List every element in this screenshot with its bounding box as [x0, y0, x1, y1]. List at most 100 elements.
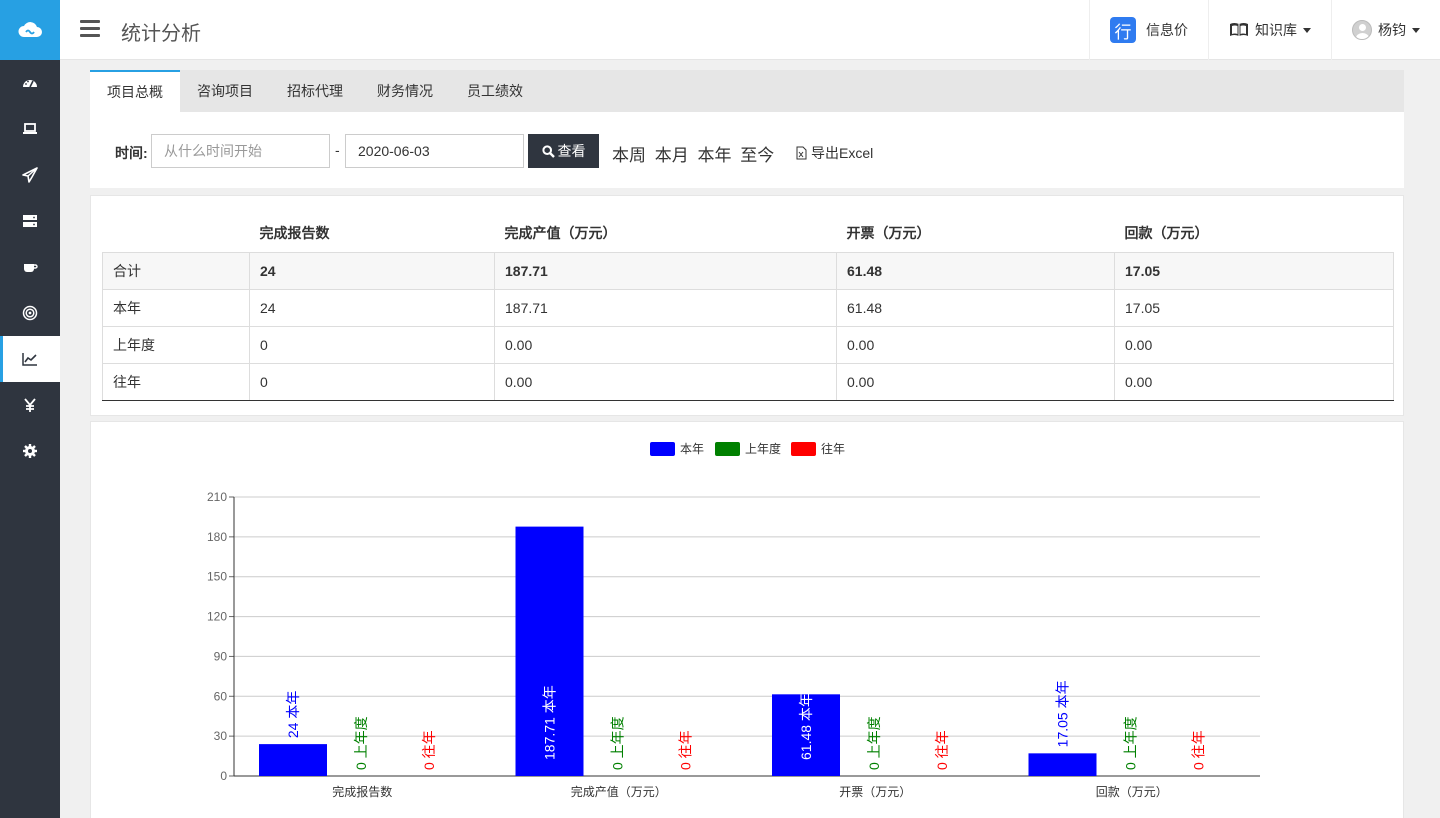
data-label: 0 上年度: [1123, 716, 1139, 770]
bar-chart: 0 30 60 90 120 150 180 210 本年 上年度 往年完成报告数 24 本年 0 上年…: [207, 441, 1260, 799]
yen-icon: [24, 398, 36, 412]
table-cell: 0.00: [1114, 362, 1394, 401]
column-header: 完成产值（万元）: [504, 224, 617, 241]
price-info-link[interactable]: 行 信息价: [1089, 0, 1208, 60]
data-label: 0 往年: [421, 730, 437, 770]
filter-bar: 时间: 从什么时间开始 - 2020-06-03 查看 本周 本月 本年 至今 …: [90, 112, 1404, 188]
data-label: 0 上年度: [610, 716, 626, 770]
table-row: 往年 0 0.00 0.00 0.00: [102, 362, 1394, 401]
table-cell: 61.48: [836, 251, 1115, 290]
x-tick-label: 回款（万元）: [1096, 785, 1168, 799]
menu-toggle-icon[interactable]: [80, 20, 100, 38]
book-icon: [1230, 23, 1248, 36]
tab-bar: 项目总概 咨询项目 招标代理 财务情况 员工绩效: [90, 70, 1404, 112]
data-label: 24 本年: [285, 691, 301, 738]
legend-label: 往年: [821, 441, 845, 456]
export-excel-link[interactable]: 导出Excel: [796, 143, 873, 163]
sidebar-item-finance[interactable]: [0, 382, 60, 428]
chart-panel: 0 30 60 90 120 150 180 210 本年 上年度 往年 完成报告数 24 本年 0 上年…: [90, 421, 1404, 818]
quick-range-links: 本周 本月 本年 至今: [612, 141, 778, 166]
target-icon: [22, 305, 38, 321]
x-tick-label: 完成产值（万元）: [571, 784, 667, 799]
data-label: 0 上年度: [866, 716, 882, 770]
table-cell: 0.00: [1114, 325, 1394, 364]
sidebar-item-dashboard[interactable]: [0, 60, 60, 106]
sidebar-item-coffee[interactable]: [0, 244, 60, 290]
x-tick-label: 完成报告数: [332, 784, 392, 799]
tab-performance[interactable]: 员工绩效: [450, 70, 540, 112]
y-tick-label: 120: [207, 610, 227, 624]
coffee-icon: [24, 264, 38, 272]
end-date-input[interactable]: 2020-06-03: [345, 134, 524, 168]
user-menu-dropdown[interactable]: 杨钧: [1331, 0, 1440, 60]
y-tick-label: 150: [207, 570, 227, 584]
table-cell: 17.05: [1114, 288, 1394, 327]
search-button[interactable]: 查看: [528, 134, 599, 168]
tab-consulting[interactable]: 咨询项目: [180, 70, 270, 112]
quick-to-date[interactable]: 至今: [740, 146, 774, 165]
excel-file-icon: [796, 146, 807, 160]
sidebar-item-settings[interactable]: [0, 428, 60, 474]
caret-down-icon: [1412, 27, 1420, 33]
bar: [1028, 753, 1097, 776]
y-tick-label: 180: [207, 530, 227, 544]
data-label: 0 上年度: [353, 716, 369, 770]
data-label: 0 往年: [678, 730, 694, 770]
table-cell: 上年度: [102, 325, 250, 364]
sidebar-item-target[interactable]: [0, 290, 60, 336]
quick-this-week[interactable]: 本周: [612, 146, 646, 165]
legend-label: 本年: [680, 442, 704, 456]
user-name: 杨钧: [1378, 22, 1406, 38]
data-label: 61.48 本年: [798, 693, 814, 760]
table-cell: 0: [249, 325, 495, 364]
table-cell: 24: [249, 288, 495, 327]
table-row: 本年 24 187.71 61.48 17.05: [102, 288, 1394, 327]
knowledge-base-label: 知识库: [1255, 22, 1297, 38]
legend-swatch: [791, 442, 816, 456]
tab-finance[interactable]: 财务情况: [360, 70, 450, 112]
data-label: 0 往年: [934, 730, 950, 770]
table-cell: 0: [249, 362, 495, 401]
search-label: 查看: [557, 143, 586, 159]
sidebar-item-laptop[interactable]: [0, 106, 60, 152]
data-label: 187.71 本年: [542, 685, 558, 760]
dashboard-icon: [23, 80, 37, 88]
column-header: 开票（万元）: [846, 224, 931, 241]
y-tick-label: 0: [220, 769, 227, 783]
tab-overview[interactable]: 项目总概: [90, 70, 180, 112]
server-icon: [23, 215, 37, 227]
time-label: 时间:: [115, 145, 148, 161]
column-header: 回款（万元）: [1124, 224, 1209, 241]
cloud-logo-icon[interactable]: [0, 0, 60, 60]
line-chart-icon: [22, 353, 37, 366]
paper-plane-icon: [22, 167, 38, 183]
export-label: 导出Excel: [811, 145, 874, 161]
column-header: 完成报告数: [259, 224, 330, 241]
table-cell: 0.00: [836, 362, 1115, 401]
y-tick-label: 30: [214, 729, 228, 743]
start-date-input[interactable]: 从什么时间开始: [151, 134, 330, 168]
y-tick-label: 90: [214, 649, 228, 663]
sidebar-item-server[interactable]: [0, 198, 60, 244]
table-cell: 187.71: [494, 288, 837, 327]
table-cell: 61.48: [836, 288, 1115, 327]
caret-down-icon: [1303, 27, 1311, 33]
gear-icon: [23, 444, 37, 458]
quick-this-year[interactable]: 本年: [697, 146, 731, 165]
column-header: [103, 214, 250, 252]
sidebar-item-send[interactable]: [0, 152, 60, 198]
sidebar-item-statistics[interactable]: [0, 336, 60, 382]
table-cell: 0.00: [494, 362, 837, 401]
legend-swatch: [650, 442, 675, 456]
table-row: 上年度 0 0.00 0.00 0.00: [102, 325, 1394, 364]
table-header-row: 完成报告数 完成产值（万元） 开票（万元） 回款（万元）: [103, 214, 1394, 252]
page-title: 统计分析: [121, 23, 201, 45]
y-tick-label: 210: [207, 490, 227, 504]
quick-this-month[interactable]: 本月: [655, 146, 689, 165]
table-cell: 24: [249, 251, 495, 290]
tab-bidding[interactable]: 招标代理: [270, 70, 360, 112]
hang-badge-icon: 行: [1110, 17, 1136, 43]
table-row: 合计 24 187.71 61.48 17.05: [102, 251, 1394, 290]
knowledge-base-dropdown[interactable]: 知识库: [1208, 0, 1331, 60]
price-info-label: 信息价: [1146, 22, 1188, 38]
